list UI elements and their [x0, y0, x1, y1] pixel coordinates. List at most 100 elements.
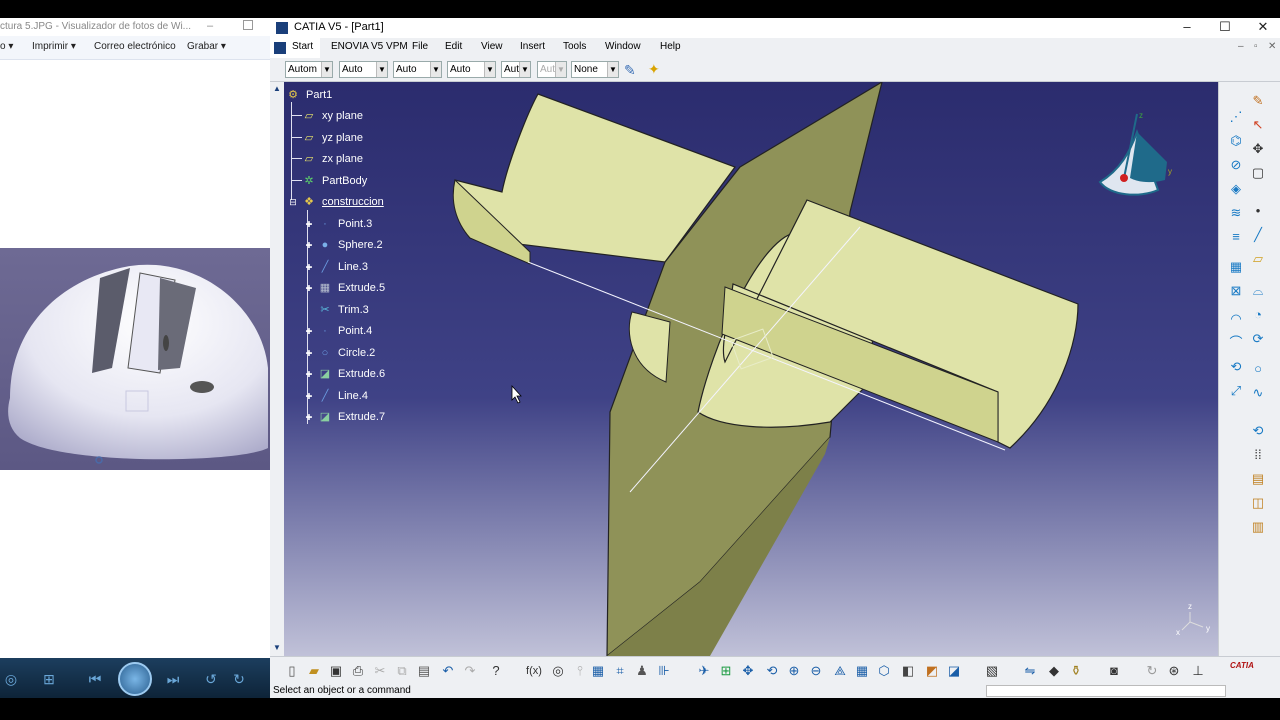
catalog-browser-icon[interactable]: ▧	[983, 662, 1001, 680]
menu-help[interactable]: Help	[660, 41, 681, 52]
edge-fillet-icon[interactable]: ⌒	[1227, 334, 1245, 352]
compass-icon[interactable]	[1098, 113, 1167, 196]
menu-view[interactable]: View	[481, 41, 503, 52]
save-icon[interactable]: ▣	[327, 662, 345, 680]
fill-tool-icon[interactable]: ◈	[1227, 180, 1245, 198]
copy-icon[interactable]: ⧉	[393, 662, 411, 680]
tree-item-yz-plane[interactable]: ▱ yz plane	[302, 130, 402, 148]
offset-tool-icon[interactable]: ≋	[1227, 204, 1245, 222]
lock-icon[interactable]: ◆	[1045, 662, 1063, 680]
rotate-view-icon[interactable]: ⟲	[1249, 422, 1267, 440]
redo-icon[interactable]: ↷	[461, 662, 479, 680]
camera-icon[interactable]: ◙	[1105, 662, 1123, 680]
ruler-icon[interactable]: ⊪	[655, 662, 673, 680]
line-type-combo[interactable]: Auto ▼	[447, 61, 496, 78]
menu-insert[interactable]: Insert	[520, 41, 545, 52]
thermometer-icon[interactable]: ⫯	[571, 662, 589, 680]
menu-tools[interactable]: Tools	[563, 41, 586, 52]
viewer-menu-burn[interactable]: Grabar ▾	[187, 41, 226, 52]
tree-item-feature[interactable]: ✚ ○ Circle.2	[302, 345, 412, 363]
color-combo[interactable]: Autom ▼	[285, 61, 333, 78]
swap-space-icon[interactable]: ◪	[945, 662, 963, 680]
scroll-up-icon[interactable]: ▲	[273, 84, 281, 93]
viewer-menu-print[interactable]: Imprimir ▾	[32, 41, 76, 52]
next-icon[interactable]: ⏭	[164, 670, 182, 688]
tree-item-feature[interactable]: ✚ ╱ Line.3	[302, 259, 412, 277]
tree-item-feature[interactable]: ✚ ● Sphere.2	[302, 237, 412, 255]
menu-file[interactable]: File	[412, 41, 428, 52]
compare-icon[interactable]: ⇋	[1021, 662, 1039, 680]
minimize-button[interactable]: –	[1172, 19, 1202, 34]
fit-all-icon[interactable]: ⊞	[717, 662, 735, 680]
doc-close-button[interactable]: ✕	[1268, 41, 1276, 52]
layers-icon[interactable]: ◫	[1249, 494, 1267, 512]
multi-view-icon[interactable]: ▦	[853, 662, 871, 680]
tree-item-xy-plane[interactable]: ▱ xy plane	[302, 108, 402, 126]
catalog-icon[interactable]: ▤	[1249, 470, 1267, 488]
normal-view-icon[interactable]: ⟁	[831, 662, 849, 680]
refresh-icon[interactable]: ↻	[1143, 662, 1161, 680]
grid-icon[interactable]: ⁞⁞	[1249, 446, 1267, 464]
expand-icon[interactable]: ✚	[302, 239, 316, 252]
expand-icon[interactable]: ✚	[302, 218, 316, 231]
rotate-right-icon[interactable]: ↻	[230, 670, 248, 688]
measure-icon[interactable]: ♟	[633, 662, 651, 680]
expand-icon[interactable]: ✚	[302, 261, 316, 274]
menu-enovia[interactable]: ENOVIA V5 VPM	[331, 41, 408, 52]
extrapolate-tool-icon[interactable]: ⤢	[1227, 382, 1245, 400]
graphic-properties-icon[interactable]: ✦	[648, 61, 660, 78]
3d-viewport[interactable]: z y z y x ⚙ Part1 ▱ xy plane ▱ yz plane …	[270, 82, 1218, 656]
new-icon[interactable]: ▯	[283, 662, 301, 680]
dimension-icon[interactable]: ✥	[1249, 140, 1267, 158]
viewer-menu-item[interactable]: o ▾	[0, 41, 13, 52]
scroll-down-icon[interactable]: ▼	[273, 643, 281, 652]
collapse-icon[interactable]: ⊟	[286, 196, 300, 209]
zoom-out-icon[interactable]: ⊖	[807, 662, 825, 680]
tree-item-feature[interactable]: ✚ ◪ Extrude.6	[302, 366, 412, 384]
measure-between-icon[interactable]: ⊛	[1165, 662, 1183, 680]
fillet-tool-icon[interactable]: ◠	[1227, 310, 1245, 328]
menu-edit[interactable]: Edit	[445, 41, 462, 52]
expand-icon[interactable]: ✚	[302, 325, 316, 338]
expand-icon[interactable]: ✚	[302, 347, 316, 360]
tree-item-feature[interactable]: ✚ · Point.4	[302, 323, 412, 341]
sweep-tool-icon[interactable]: ⊘	[1227, 156, 1245, 174]
cylinder-tool-icon[interactable]: ⌓	[1249, 282, 1267, 300]
expand-icon[interactable]: ✚	[302, 282, 316, 295]
pan-icon[interactable]: ✥	[739, 662, 757, 680]
table-icon[interactable]: ▥	[1249, 518, 1267, 536]
undo-icon[interactable]: ↶	[439, 662, 457, 680]
open-icon[interactable]: ▰	[305, 662, 323, 680]
rotate-left-icon[interactable]: ↺	[202, 670, 220, 688]
slideshow-button[interactable]	[118, 662, 152, 696]
print-icon[interactable]: ⎙	[349, 662, 367, 680]
circle-tool-icon[interactable]: ○	[1249, 360, 1267, 378]
menu-window[interactable]: Window	[605, 41, 641, 52]
line-tool-icon[interactable]: ╱	[1249, 226, 1267, 244]
doc-minimize-button[interactable]: –	[1238, 41, 1244, 52]
point-icon[interactable]: •	[1249, 202, 1267, 220]
sketch-icon[interactable]: ▢	[1249, 164, 1267, 182]
revolve-tool-icon[interactable]: ◔	[1249, 306, 1267, 324]
doc-restore-button[interactable]: ▫	[1254, 41, 1258, 52]
menu-start[interactable]: Start	[270, 38, 320, 58]
viewer-maximize-button[interactable]	[243, 20, 253, 30]
comment-icon[interactable]: ◎	[549, 662, 567, 680]
expand-icon[interactable]: ✚	[302, 390, 316, 403]
point-type-combo[interactable]: Aut ▼	[501, 61, 531, 78]
point-tool-icon[interactable]: ⋰	[1227, 108, 1245, 126]
tree-item-zx-plane[interactable]: ▱ zx plane	[302, 151, 402, 169]
tree-item-feature[interactable]: ✚ · Point.3	[302, 216, 412, 234]
tree-item-feature[interactable]: ✚ ◪ Extrude.7	[302, 409, 412, 427]
bottle-icon[interactable]: ⚱	[1067, 662, 1085, 680]
viewer-menu-email[interactable]: Correo electrónico	[94, 41, 176, 52]
rotate-tool-icon[interactable]: ⟳	[1249, 330, 1267, 348]
tree-scrollbar[interactable]: ▲ ▼	[270, 82, 284, 656]
tree-item-construccion[interactable]: ⊟ ❖ construccion	[286, 194, 406, 212]
format-painter-icon[interactable]: ✎	[624, 62, 636, 79]
blend-tool-icon[interactable]: ≡	[1227, 228, 1245, 246]
previous-icon[interactable]: ⏮	[86, 670, 104, 688]
viewer-minimize-button[interactable]: –	[207, 20, 219, 32]
transparency-combo[interactable]: Auto ▼	[339, 61, 388, 78]
rendering-style-combo[interactable]: Aut ▼	[537, 61, 567, 78]
